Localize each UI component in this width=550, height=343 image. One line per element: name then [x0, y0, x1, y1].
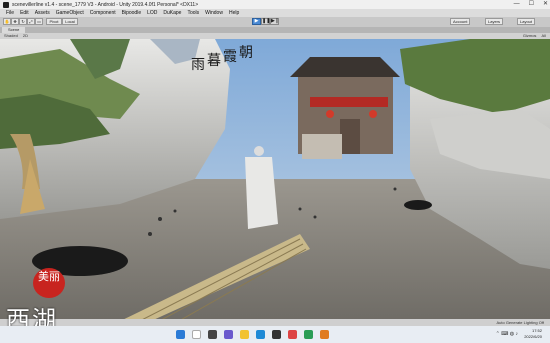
hand-tool-button[interactable]: ✋ — [3, 18, 11, 25]
unity-icon — [3, 1, 9, 8]
maximize-button[interactable]: ☐ — [529, 0, 534, 9]
menu-bipoodle[interactable]: Bipoodle — [122, 10, 141, 16]
menu-window[interactable]: Window — [205, 10, 223, 16]
menu-component[interactable]: Component — [90, 10, 116, 16]
app-icon[interactable] — [288, 330, 297, 339]
pivot-toggle[interactable]: Pivot — [46, 18, 62, 25]
scene-search-field[interactable]: All — [542, 33, 546, 38]
menu-file[interactable]: File — [6, 10, 14, 16]
app-icon-3[interactable] — [320, 330, 329, 339]
widgets-icon[interactable] — [224, 330, 233, 339]
calligraphy-col-2: 霞 — [223, 49, 237, 65]
menu-bar: File Edit Assets GameObject Component Bi… — [0, 9, 550, 17]
pause-button[interactable]: ❚❚ — [261, 18, 270, 25]
start-icon[interactable] — [176, 330, 185, 339]
layers-dropdown[interactable]: Layers — [485, 18, 504, 25]
rotate-tool-button[interactable]: ↻ — [19, 18, 27, 25]
clock-date: 2022/6/20 — [524, 334, 542, 339]
app-icon-2[interactable] — [304, 330, 313, 339]
scene-viewport[interactable]: 朝 霞 暮 雨 — [0, 39, 550, 326]
main-toolbar: ✋ ✥ ↻ ⤢ ▭ Pivot Local ▶ ❚❚ ▶❙ Account La… — [0, 17, 550, 27]
rect-tool-button[interactable]: ▭ — [35, 18, 43, 25]
edge-icon[interactable] — [256, 330, 265, 339]
close-button[interactable]: ✕ — [543, 0, 548, 9]
layout-dropdown[interactable]: Layout — [517, 18, 536, 25]
lighting-status: Auto Generate Lighting Off — [496, 320, 544, 325]
shading-mode-dropdown[interactable]: Shaded — [4, 33, 18, 38]
clock[interactable]: 17:52 2022/6/20 — [524, 328, 542, 340]
window-titlebar: scenevillerline v1.4 - scene_1779 V3 - A… — [0, 0, 550, 9]
step-button[interactable]: ▶❙ — [270, 18, 279, 25]
search-icon[interactable] — [192, 330, 201, 339]
local-toggle[interactable]: Local — [62, 18, 78, 25]
system-tray-icons[interactable]: ⌃ ⌨ ◍ ♪ — [496, 331, 518, 337]
file-explorer-icon[interactable] — [240, 330, 249, 339]
gizmos-dropdown[interactable]: Gizmos — [523, 33, 537, 38]
menu-tools[interactable]: Tools — [187, 10, 199, 16]
calligraphy-col-4: 雨 — [191, 57, 205, 73]
scale-tool-button[interactable]: ⤢ — [27, 18, 35, 25]
account-dropdown[interactable]: Account — [450, 18, 471, 25]
scene-render — [0, 39, 550, 326]
menu-assets[interactable]: Assets — [35, 10, 50, 16]
menu-gameobject[interactable]: GameObject — [56, 10, 84, 16]
menu-dukape[interactable]: DuKape — [163, 10, 181, 16]
menu-edit[interactable]: Edit — [20, 10, 29, 16]
status-bar: Auto Generate Lighting Off — [0, 319, 550, 326]
menu-lod[interactable]: LOD — [147, 10, 157, 16]
move-tool-button[interactable]: ✥ — [11, 18, 19, 25]
window-title: scenevillerline v1.4 - scene_1779 V3 - A… — [12, 1, 199, 8]
task-view-icon[interactable] — [208, 330, 217, 339]
logo-seal: 美丽 — [33, 268, 65, 298]
calligraphy-col-3: 暮 — [207, 53, 221, 69]
play-button[interactable]: ▶ — [252, 18, 261, 25]
minimize-button[interactable]: — — [514, 0, 520, 9]
2d-toggle[interactable]: 2D — [23, 33, 28, 38]
windows-taskbar: ⌃ ⌨ ◍ ♪ 17:52 2022/6/20 — [0, 326, 550, 343]
calligraphy-col-1: 朝 — [239, 45, 253, 61]
unity-taskbar-icon[interactable] — [272, 330, 281, 339]
menu-help[interactable]: Help — [229, 10, 239, 16]
